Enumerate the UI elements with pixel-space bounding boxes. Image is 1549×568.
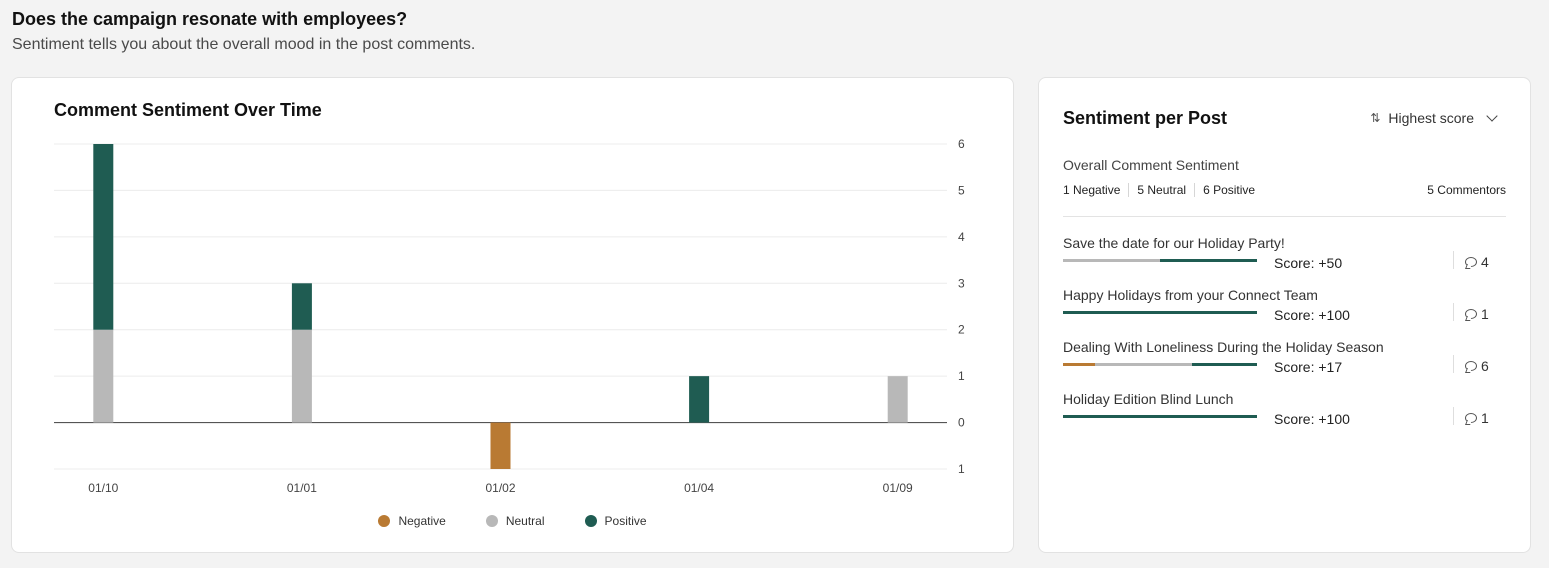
post-title: Dealing With Loneliness During the Holid… (1063, 339, 1384, 355)
y-tick-label: 1 (958, 369, 965, 383)
comment-icon (1465, 309, 1477, 319)
sentiment-counts: 1 Negative 5 Neutral 6 Positive (1063, 183, 1263, 197)
separator (1453, 251, 1454, 269)
bar-segment-positive (1063, 311, 1257, 314)
overall-sentiment-label: Overall Comment Sentiment (1063, 157, 1239, 173)
post-item[interactable]: Holiday Edition Blind Lunch Score: +100 … (1063, 391, 1507, 439)
legend-dot-positive (584, 515, 597, 527)
post-comments[interactable]: 6 (1465, 358, 1489, 374)
comment-icon (1465, 413, 1477, 423)
post-item[interactable]: Dealing With Loneliness During the Holid… (1063, 339, 1507, 387)
post-sentiment-bar (1063, 311, 1257, 314)
sort-label: Highest score (1388, 110, 1474, 126)
separator (1453, 303, 1454, 321)
bar-segment-neutral (1063, 259, 1160, 262)
post-comments[interactable]: 4 (1465, 254, 1489, 270)
post-title: Happy Holidays from your Connect Team (1063, 287, 1318, 303)
bar-positive (689, 376, 710, 423)
sentiment-per-post-card: Sentiment per Post ⇅ Highest score Overa… (1038, 77, 1531, 553)
count-positive: 6 Positive (1194, 183, 1263, 197)
bar-segment-neutral (1095, 363, 1193, 366)
legend-dot-neutral (485, 515, 498, 527)
bar-positive (93, 144, 114, 330)
chevron-down-icon (1486, 110, 1498, 122)
post-score: Score: +17 (1274, 359, 1343, 375)
legend-item-negative[interactable]: Negative (378, 514, 446, 528)
bar-neutral (291, 329, 312, 423)
comment-count: 6 (1481, 358, 1489, 374)
count-negative: 1 Negative (1063, 183, 1121, 197)
header-subtitle: Sentiment tells you about the overall mo… (12, 36, 476, 53)
post-sentiment-bar (1063, 415, 1257, 418)
post-comments[interactable]: 1 (1465, 410, 1489, 426)
sentiment-chart-card: Comment Sentiment Over Time 1 0 1 2 3 4 5 6 01/1… (11, 77, 1014, 553)
bar-segment-positive (1192, 363, 1257, 366)
bar-segment-positive (1160, 259, 1257, 262)
x-tick-label: 01/09 (883, 481, 913, 495)
post-sentiment-bar (1063, 259, 1257, 262)
x-tick-label: 01/01 (287, 481, 317, 495)
post-sentiment-bar (1063, 363, 1257, 366)
x-tick-label: 01/04 (684, 481, 714, 495)
legend-label-positive: Positive (604, 514, 647, 528)
post-title: Save the date for our Holiday Party! (1063, 235, 1285, 251)
post-score: Score: +50 (1274, 255, 1343, 271)
header-title: Does the campaign resonate with employee… (12, 9, 408, 29)
comment-count: 1 (1481, 306, 1489, 322)
legend-dot-negative (378, 515, 391, 527)
separator (1453, 355, 1454, 373)
legend-item-neutral[interactable]: Neutral (485, 514, 545, 528)
bar-negative (490, 422, 511, 469)
post-comments[interactable]: 1 (1465, 306, 1489, 322)
comment-count: 1 (1481, 410, 1489, 426)
y-tick-label: 0 (958, 416, 965, 430)
count-neutral: 5 Neutral (1128, 183, 1194, 197)
post-score: Score: +100 (1274, 411, 1350, 427)
post-score: Score: +100 (1274, 307, 1350, 323)
y-tick-label: 6 (958, 137, 965, 151)
separator (1453, 407, 1454, 425)
sort-icon: ⇅ (1370, 111, 1381, 125)
legend-label-neutral: Neutral (505, 514, 545, 528)
bar-neutral (93, 329, 114, 423)
bar-positive (291, 283, 312, 330)
sentiment-chart: 1 0 1 2 3 4 5 6 01/10 01/01 01/02 01/04 01/09 (54, 137, 965, 495)
y-tick-label: 5 (958, 183, 965, 197)
divider (1063, 216, 1506, 217)
y-tick-label: 1 (958, 462, 965, 476)
comment-count: 4 (1481, 254, 1489, 270)
y-tick-label: 4 (958, 230, 965, 244)
bar-neutral (887, 376, 908, 423)
legend-item-positive[interactable]: Positive (584, 514, 647, 528)
bar-segment-positive (1063, 415, 1257, 418)
post-title: Holiday Edition Blind Lunch (1063, 391, 1234, 407)
sort-dropdown[interactable]: ⇅ Highest score (1370, 110, 1498, 126)
x-tick-label: 01/10 (88, 481, 118, 495)
x-tick-label: 01/02 (485, 481, 515, 495)
chart-legend: Negative Neutral Positive (12, 514, 1013, 528)
post-item[interactable]: Happy Holidays from your Connect Team Sc… (1063, 287, 1507, 335)
comment-icon (1465, 361, 1477, 371)
post-item[interactable]: Save the date for our Holiday Party! Sco… (1063, 235, 1507, 283)
y-tick-label: 3 (958, 276, 965, 290)
panel-title: Sentiment per Post (1063, 108, 1228, 128)
bar-segment-negative (1063, 363, 1096, 366)
comment-icon (1465, 257, 1477, 267)
legend-label-negative: Negative (398, 514, 446, 528)
commentors-count: 5 Commentors (1427, 183, 1506, 197)
y-tick-label: 2 (958, 323, 965, 337)
